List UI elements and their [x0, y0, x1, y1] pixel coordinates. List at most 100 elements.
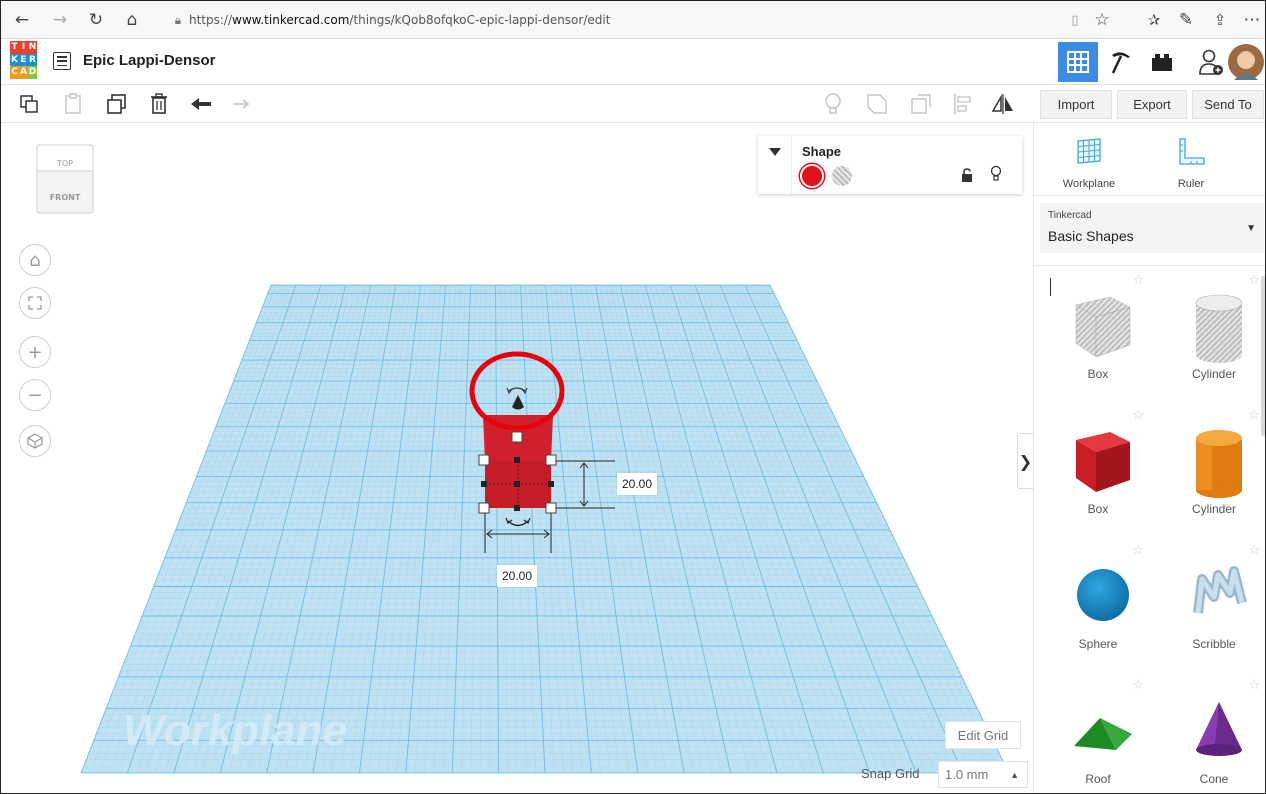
shape-tile-cylinder-hole[interactable]: ☆ Cylinder	[1164, 273, 1264, 403]
logo-letter: E	[19, 53, 28, 67]
workplane-grid[interactable]	[80, 284, 1010, 774]
hole-button[interactable]	[832, 166, 852, 186]
reading-view-icon[interactable]: ▯	[1064, 9, 1086, 31]
solid-color-button[interactable]	[800, 164, 824, 188]
share-icon[interactable]: ⇪	[1209, 9, 1231, 31]
shape-tile-sphere[interactable]: ☆ Sphere	[1048, 543, 1148, 673]
shape-tile-scribble[interactable]: ☆ Scribble	[1164, 543, 1264, 673]
shape-label: Cylinder	[1191, 502, 1236, 516]
bricks-button[interactable]	[1142, 42, 1182, 82]
visibility-bulb-icon[interactable]	[990, 165, 1002, 183]
workplane-canvas[interactable]: Workplane	[1, 123, 1033, 794]
paste-icon[interactable]	[61, 92, 85, 116]
roof-icon	[1074, 718, 1132, 750]
design-menu-icon[interactable]	[53, 52, 71, 70]
fit-view-button[interactable]	[19, 287, 51, 319]
ruler-tool-label: Ruler	[1177, 178, 1205, 190]
shape-inspector: Shape	[758, 136, 1022, 194]
workplane-tool-label: Workplane	[1062, 178, 1116, 190]
shape-label: Cone	[1199, 772, 1229, 786]
logo-letter: R	[28, 53, 37, 67]
invite-user-button[interactable]	[1191, 42, 1231, 82]
view-cube-front[interactable]: FRONT	[35, 193, 95, 202]
delete-icon[interactable]	[147, 92, 171, 116]
align-icon[interactable]	[951, 92, 975, 116]
library-name: Basic Shapes	[1048, 228, 1134, 244]
workplane-grid-icon	[1077, 138, 1101, 164]
shape-label: Roof	[1085, 772, 1111, 786]
app-window: ← → ↻ ⌂ 🔒︎ https://www.tinkercad.com/thi…	[0, 0, 1266, 794]
view-cube-top[interactable]: TOP	[35, 159, 95, 168]
address-bar[interactable]: 🔒︎ https://www.tinkercad.com/things/kQob…	[167, 8, 1047, 32]
shape-tile-box[interactable]: ☆ Box	[1048, 408, 1148, 538]
shape-tile-box-hole[interactable]: ☆ Box	[1048, 273, 1148, 403]
copy-icon[interactable]	[17, 92, 41, 116]
forward-arrow-icon[interactable]: →	[49, 9, 71, 31]
send-to-button[interactable]: Send To	[1192, 90, 1264, 119]
favorite-star-icon[interactable]: ☆	[1091, 9, 1113, 31]
editor-toolbar: Import Export Send To	[1, 85, 1265, 123]
lock-icon[interactable]	[961, 168, 973, 182]
workplane-tool-button[interactable]: Workplane	[1044, 133, 1134, 193]
more-icon[interactable]: ⋯	[1241, 9, 1263, 31]
inspector-collapse-button[interactable]	[758, 136, 792, 194]
shape-library-select[interactable]: Tinkercad Basic Shapes ▼	[1040, 203, 1264, 253]
blocks-button[interactable]	[1101, 42, 1141, 82]
ungroup-icon[interactable]	[909, 92, 933, 116]
pickaxe-icon	[1111, 52, 1130, 74]
width-dimension-field[interactable]: 20.00	[497, 565, 538, 587]
group-icon[interactable]	[865, 92, 889, 116]
project-title[interactable]: Epic Lappi-Densor	[83, 52, 216, 69]
home-view-button[interactable]: ⌂	[19, 244, 51, 276]
logo-letter: T	[10, 41, 19, 54]
avatar[interactable]	[1226, 42, 1265, 82]
refresh-icon[interactable]: ↻	[85, 9, 107, 31]
undo-icon[interactable]	[189, 92, 213, 116]
cube-view-icon	[27, 433, 43, 449]
shape-label: Scribble	[1192, 637, 1236, 651]
caret-down-icon	[768, 148, 781, 156]
shape-tile-cylinder[interactable]: ☆ Cylinder	[1164, 408, 1264, 538]
shape-tile-roof[interactable]: ☆ Roof	[1048, 678, 1148, 793]
3d-view-button[interactable]	[1058, 42, 1098, 82]
workspace-viewport[interactable]: Workplane TOP FRONT ⌂ + − Shape 20.00 20…	[1, 123, 1033, 794]
tinkercad-logo[interactable]: TINKERCAD	[10, 41, 37, 79]
url-domain: www.tinkercad.com	[232, 13, 350, 27]
shape-tile-cone[interactable]: ☆ Cone	[1164, 678, 1264, 793]
sphere-icon	[1077, 569, 1129, 621]
lightbulb-icon[interactable]	[821, 92, 845, 116]
duplicate-icon[interactable]	[105, 92, 129, 116]
select-arrows-icon: ▲	[1010, 769, 1019, 780]
back-arrow-icon[interactable]: ←	[11, 9, 33, 31]
ruler-icon	[1179, 138, 1205, 165]
redo-icon[interactable]	[229, 92, 253, 116]
import-button[interactable]: Import	[1040, 90, 1112, 119]
home-icon[interactable]: ⌂	[121, 9, 143, 31]
hole-cylinder-icon	[1195, 294, 1243, 363]
chevron-right-icon: ❯	[1018, 451, 1033, 471]
logo-letter: I	[19, 41, 28, 54]
ortho-view-button[interactable]	[19, 425, 51, 457]
zoom-out-button[interactable]: −	[19, 379, 51, 411]
shape-label: Sphere	[1078, 637, 1118, 651]
divider	[1034, 195, 1265, 196]
mirror-icon[interactable]	[991, 92, 1015, 116]
url-prefix: https://	[189, 13, 233, 27]
browser-bar: ← → ↻ ⌂ 🔒︎ https://www.tinkercad.com/thi…	[1, 1, 1265, 39]
height-dimension-field[interactable]: 20.00	[617, 473, 658, 495]
favorites-list-icon[interactable]: ✰	[1143, 9, 1165, 31]
panel-toggle-button[interactable]: ❯	[1017, 433, 1033, 489]
inspector-title: Shape	[802, 144, 842, 159]
export-button[interactable]: Export	[1117, 90, 1187, 119]
caret-down-icon: ▼	[1246, 223, 1256, 234]
shape-label: Box	[1087, 502, 1109, 516]
grid-icon	[1067, 51, 1089, 73]
panel-scrollbar[interactable]	[1261, 276, 1265, 436]
view-cube[interactable]: TOP FRONT	[35, 143, 95, 233]
ruler-tool-button[interactable]: Ruler	[1146, 133, 1236, 193]
zoom-in-button[interactable]: +	[19, 336, 51, 368]
pen-icon[interactable]: ✎	[1175, 9, 1197, 31]
edit-grid-button[interactable]: Edit Grid	[945, 721, 1021, 749]
snap-grid-select[interactable]: 1.0 mm ▲	[938, 761, 1028, 788]
cone-icon	[1196, 702, 1242, 756]
